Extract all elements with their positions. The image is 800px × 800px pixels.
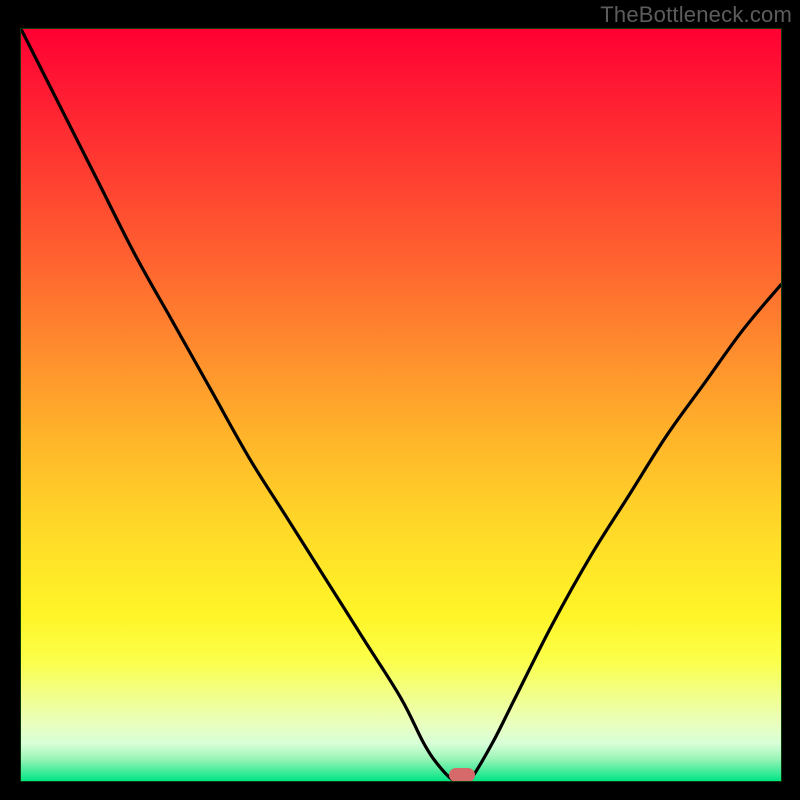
plot-area [20,28,782,782]
optimal-point-marker [449,768,475,782]
watermark-text: TheBottleneck.com [600,2,792,28]
chart-frame: TheBottleneck.com [0,0,800,800]
bottleneck-curve [21,29,781,781]
curve-layer [21,29,781,781]
